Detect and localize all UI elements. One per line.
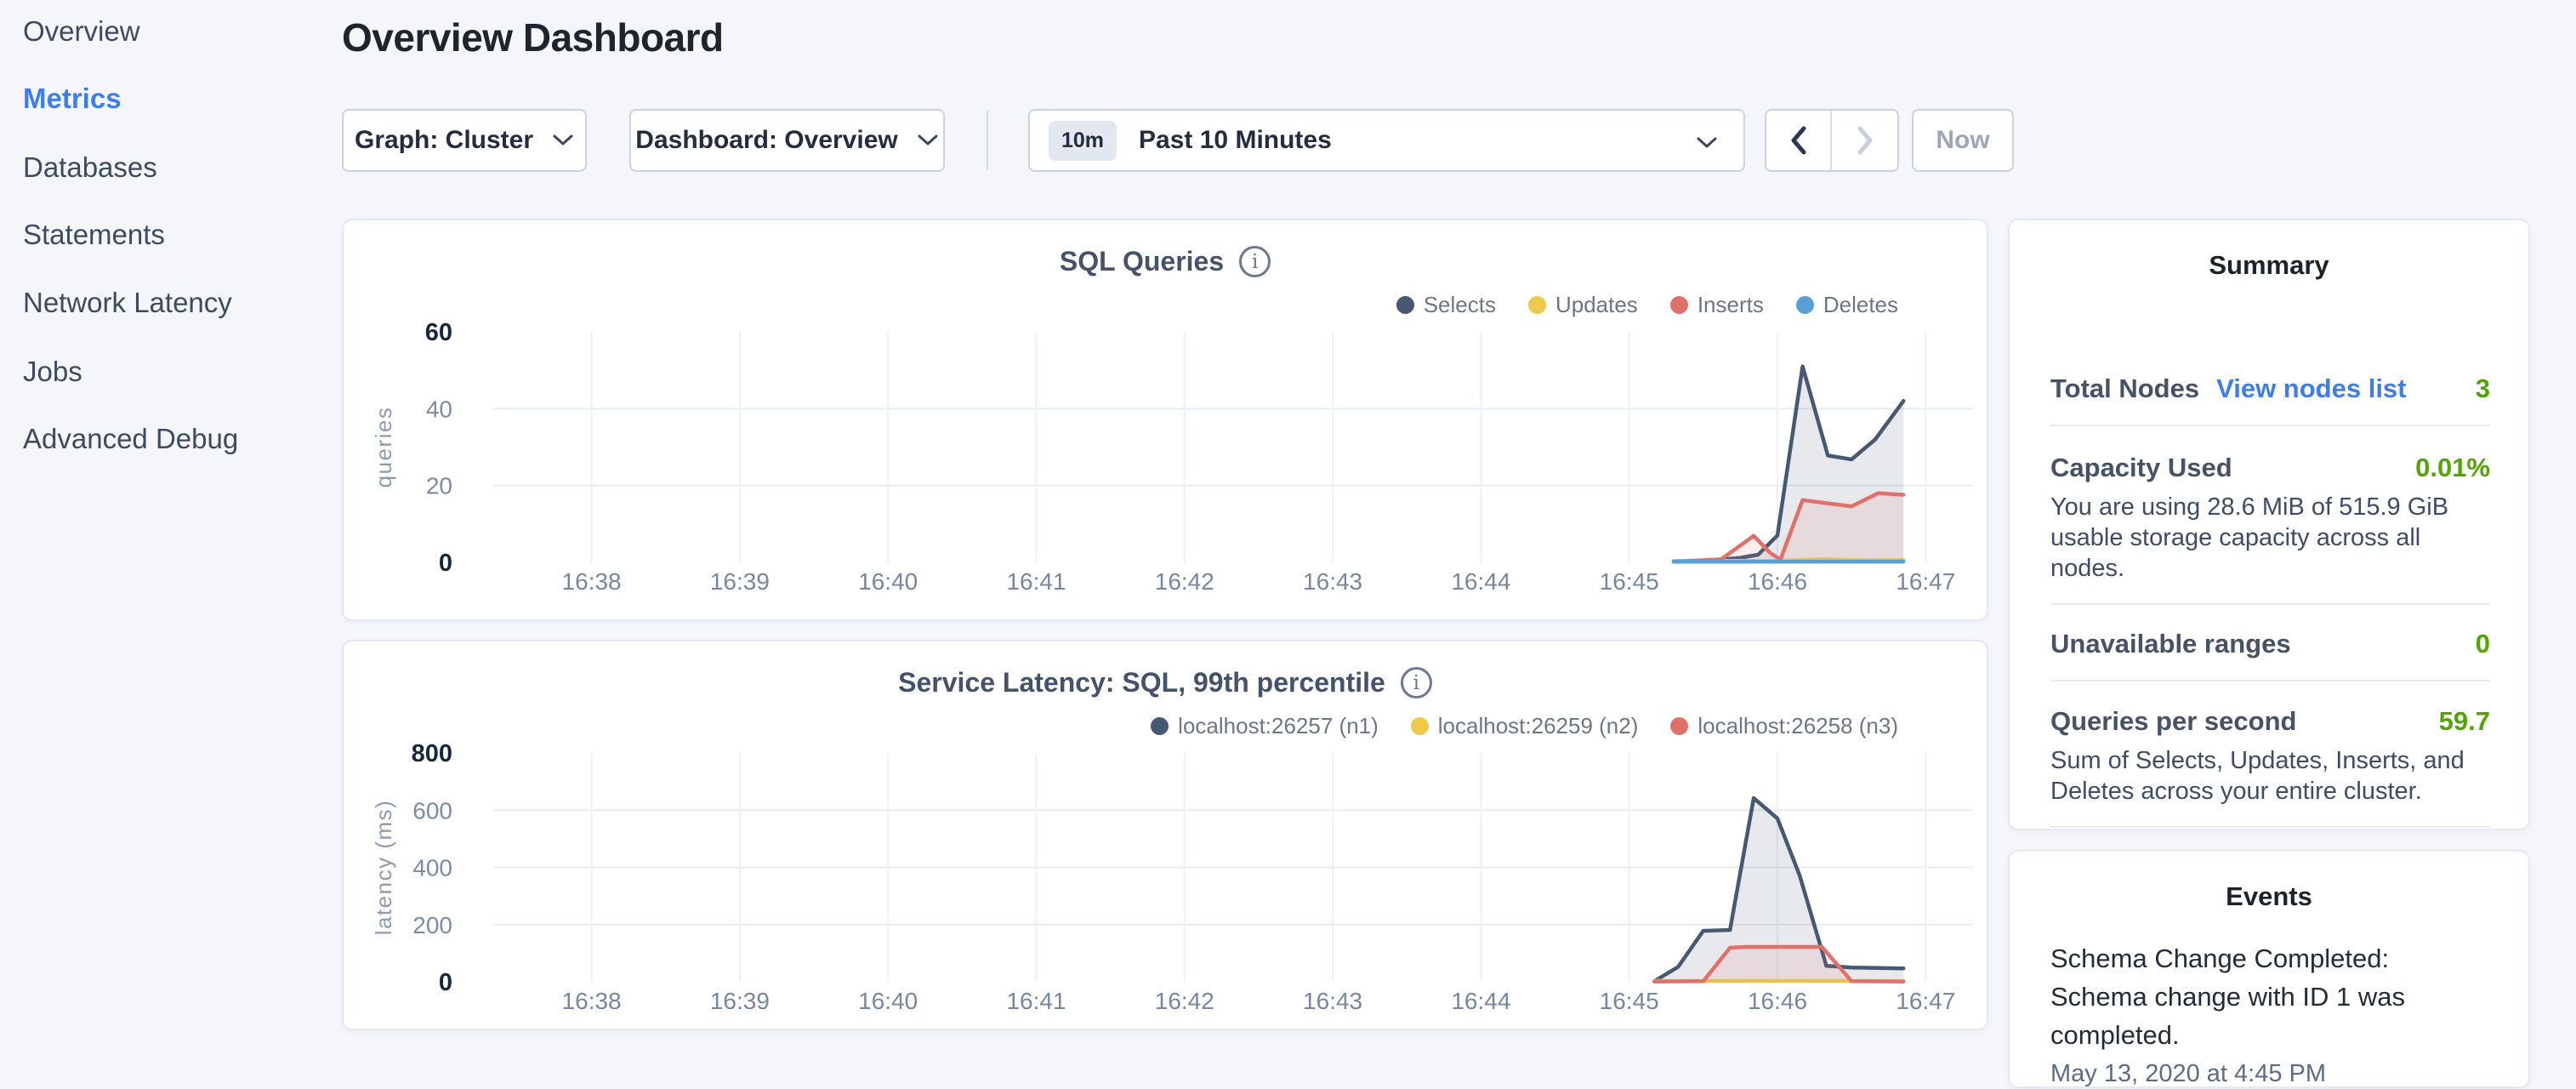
summary-value: 0 [2476,628,2490,660]
svg-text:16:44: 16:44 [1451,988,1510,1014]
svg-text:16:45: 16:45 [1600,988,1659,1014]
events-title: Events [2010,881,2528,913]
svg-text:16:47: 16:47 [1896,988,1955,1014]
summary-label: Unavailable ranges [2050,628,2291,660]
chevron-down-icon [1696,136,1718,150]
page-title: Overview Dashboard [342,14,724,60]
svg-text:20: 20 [426,473,452,499]
svg-text:400: 400 [412,855,452,881]
svg-text:16:42: 16:42 [1155,988,1214,1014]
svg-text:16:46: 16:46 [1748,568,1807,595]
svg-text:16:45: 16:45 [1600,568,1659,595]
summary-value: 3 [2476,373,2490,405]
svg-text:16:38: 16:38 [562,988,622,1014]
time-range-label: Past 10 Minutes [1139,126,1332,155]
now-button[interactable]: Now [1912,109,2014,172]
now-button-label: Now [1936,126,1989,155]
sidebar-item-overview[interactable]: Overview [23,15,140,48]
svg-text:60: 60 [425,319,452,346]
svg-text:16:46: 16:46 [1748,988,1807,1014]
sidebar-item-databases[interactable]: Databases [23,151,157,184]
service-latency-plot[interactable]: 0 200 400 600 800 16:38 16:39 16:40 16:41 16:42 16… [344,641,1987,1029]
chevron-left-icon [1790,126,1807,155]
dashboard-label: Dashboard: Overview [635,126,897,155]
summary-row-capacity-used: Capacity Used 0.01% You are using 28.6 M… [2050,426,2490,605]
time-range-badge: 10m [1049,121,1117,161]
svg-text:0: 0 [439,550,452,577]
summary-row-unavailable-ranges: Unavailable ranges 0 [2050,605,2490,681]
svg-text:16:38: 16:38 [562,568,622,595]
summary-label: Capacity Used [2050,452,2232,484]
svg-text:16:43: 16:43 [1303,568,1362,595]
summary-label: Total Nodes [2050,373,2199,405]
summary-panel: Summary Total Nodes View nodes list 3 Ca… [2008,219,2530,830]
svg-text:600: 600 [412,797,452,824]
summary-label: Queries per second [2050,705,2296,738]
svg-text:16:43: 16:43 [1303,988,1362,1014]
time-range-selector[interactable]: 10m Past 10 Minutes [1028,109,1745,172]
prev-range-button[interactable] [1766,111,1832,170]
sql-queries-chart-card: SQL Queries SelectsUpdatesInsertsDeletes… [342,219,1988,621]
service-latency-chart-card: Service Latency: SQL, 99th percentile lo… [342,640,1988,1030]
svg-text:16:39: 16:39 [710,568,770,595]
summary-title: Summary [2010,249,2528,282]
event-text: Schema Change Completed: Schema change w… [2050,939,2488,1054]
events-panel: Events Schema Change Completed: Schema c… [2008,850,2530,1088]
svg-text:16:44: 16:44 [1451,568,1510,595]
svg-text:16:39: 16:39 [710,988,770,1014]
sidebar-item-network-latency[interactable]: Network Latency [23,287,232,319]
summary-value: 59.7 [2439,705,2490,738]
view-nodes-list-link[interactable]: View nodes list [2216,373,2406,405]
chevron-right-icon [1857,126,1874,155]
time-step-group [1765,109,1899,172]
sidebar-item-statements[interactable]: Statements [23,219,165,251]
svg-text:800: 800 [412,740,452,767]
chevron-down-icon [552,134,574,147]
sidebar-item-metrics[interactable]: Metrics [23,83,122,115]
summary-row-total-nodes: Total Nodes View nodes list 3 [2050,327,2490,426]
svg-text:16:42: 16:42 [1155,568,1214,595]
dashboard-dropdown[interactable]: Dashboard: Overview [629,109,945,172]
graph-scope-dropdown[interactable]: Graph: Cluster [342,109,587,172]
event-timestamp: May 13, 2020 at 4:45 PM [2050,1058,2488,1089]
svg-text:40: 40 [426,396,452,422]
svg-text:16:47: 16:47 [1896,568,1955,595]
sidebar-item-advanced-debug[interactable]: Advanced Debug [23,423,238,455]
svg-text:16:41: 16:41 [1006,988,1066,1014]
summary-row-queries-per-second: Queries per second 59.7 Sum of Selects, … [2050,681,2490,828]
graph-scope-label: Graph: Cluster [355,126,533,155]
svg-text:0: 0 [439,969,452,996]
event-item[interactable]: Schema Change Completed: Schema change w… [2050,939,2488,1089]
controls-divider [987,111,988,170]
summary-description: Sum of Selects, Updates, Inserts, and De… [2050,745,2490,807]
summary-description: You are using 28.6 MiB of 515.9 GiB usab… [2050,492,2490,584]
sidebar-item-jobs[interactable]: Jobs [23,356,82,388]
svg-text:16:40: 16:40 [858,988,918,1014]
summary-value: 0.01% [2415,452,2490,484]
svg-text:200: 200 [412,912,452,938]
svg-text:latency (ms): latency (ms) [371,800,396,936]
next-range-button[interactable] [1832,111,1897,170]
svg-text:16:40: 16:40 [858,568,918,595]
svg-text:queries: queries [371,407,396,488]
svg-text:16:41: 16:41 [1006,568,1066,595]
sql-queries-plot[interactable]: 0 20 40 60 16:38 16:39 16:40 16:41 16:42 16:43 16:… [344,220,1987,619]
chevron-down-icon [917,134,939,147]
